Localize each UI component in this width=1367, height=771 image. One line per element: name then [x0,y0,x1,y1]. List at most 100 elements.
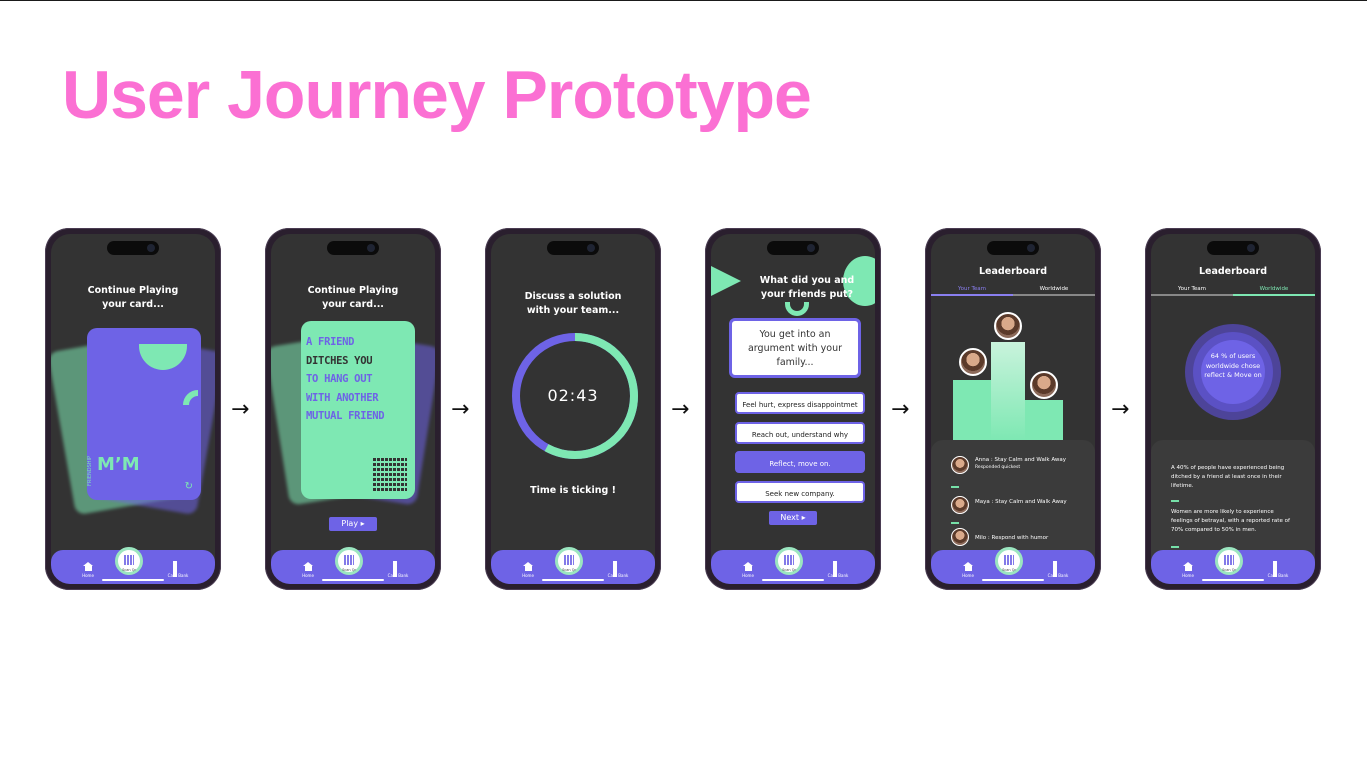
qr-code-icon [373,457,407,491]
home-icon [1183,562,1193,571]
podium-third [1025,400,1063,440]
tab-worldwide[interactable]: Worldwide [1233,286,1315,292]
nav-home[interactable]: Home [1173,562,1203,578]
dynamic-island [547,241,599,255]
top-divider-line [0,0,1367,1]
dynamic-island [987,241,1039,255]
game-card[interactable]: M’M FRIENDSHIP ↻ [87,328,201,500]
home-icon [523,562,533,571]
home-indicator [1202,579,1264,581]
answer-option[interactable]: Feel hurt, express disappointmet [735,392,865,414]
phone-screen: Continue Playing your card... M’M FRIENDS… [51,234,215,584]
qr-icon [564,555,574,565]
nav-card-bank[interactable]: Card Bank [1043,561,1073,578]
tab-your-team[interactable]: Your Team [1151,286,1233,292]
home-indicator [322,579,384,581]
leaderboard-tabs: Your Team Worldwide [1151,284,1315,296]
page-title: User Journey Prototype [62,57,812,133]
scan-qr-button[interactable]: Scan Qr [1215,547,1243,575]
phone-team-answer: What did you and your friends put? You ge… [705,228,881,590]
leaderboard-row: Anna : Stay Calm and Walk Away Responded… [975,457,1066,470]
card-text: A FRIEND DITCHES YOU TO HANG OUT WITH AN… [306,336,385,422]
grid-icon [393,561,403,577]
card-decor-shape [139,344,187,370]
tab-your-team[interactable]: Your Team [931,286,1013,292]
grid-icon [173,561,183,577]
screen-heading: Continue Playing your card... [87,285,179,310]
flow-arrow-1: → [231,397,250,422]
podium-second [953,380,991,440]
row-divider [951,522,959,524]
answer-option[interactable]: Seek new company. [735,481,865,503]
grid-icon [1273,561,1283,577]
flow-arrow-3: → [671,397,690,422]
phone-leaderboard-team: Leaderboard Your Team Worldwide Anna : S… [925,228,1101,590]
home-icon [303,562,313,571]
phone-screen: What did you and your friends put? You ge… [711,234,875,584]
nav-home[interactable]: Home [513,562,543,578]
tab-underline [1151,294,1233,296]
avatar [951,456,969,474]
screen-heading: What did you and your friends put? [759,275,855,300]
answer-option[interactable]: Reach out, understand why [735,422,865,444]
nav-home[interactable]: Home [293,562,323,578]
scan-qr-button[interactable]: Scan Qr [775,547,803,575]
home-indicator [982,579,1044,581]
avatar [994,312,1022,340]
answer-option-selected[interactable]: Reflect, move on. [735,451,865,473]
scan-qr-button[interactable]: Scan Qr [555,547,583,575]
screen-heading: Leaderboard [978,266,1048,277]
nav-card-bank[interactable]: Card Bank [823,561,853,578]
avatar [951,496,969,514]
dynamic-island [327,241,379,255]
active-tab-indicator [1233,294,1315,296]
podium-first [991,342,1025,440]
row-divider [1171,500,1179,502]
dynamic-island [1207,241,1259,255]
active-tab-indicator [931,294,1013,296]
grid-icon [1053,561,1063,577]
phone-continue-card: Continue Playing your card... M’M FRIENDS… [45,228,221,590]
nav-card-bank[interactable]: Card Bank [163,561,193,578]
home-indicator [102,579,164,581]
fact-text: A 40% of people have experienced being d… [1171,465,1285,489]
nav-card-bank[interactable]: Card Bank [1263,561,1293,578]
phone-screen: Continue Playing your card... A FRIEND DI… [271,234,435,584]
row-divider [951,486,959,488]
grid-icon [613,561,623,577]
nav-home[interactable]: Home [73,562,103,578]
nav-home[interactable]: Home [953,562,983,578]
decor-arc [785,302,809,316]
leaderboard-row: Milo : Respond with humor [975,535,1049,541]
question-card[interactable]: A FRIEND DITCHES YOU TO HANG OUT WITH AN… [301,321,415,499]
leaderboard-row: Maya : Stay Calm and Walk Away [975,499,1067,505]
phone-screen: Leaderboard Your Team Worldwide Anna : S… [931,234,1095,584]
nav-card-bank[interactable]: Card Bank [603,561,633,578]
next-button[interactable]: Next ▸ [769,511,817,525]
avatar [959,348,987,376]
qr-icon [344,555,354,565]
scan-qr-button[interactable]: Scan Qr [335,547,363,575]
worldwide-stat: 64 % of users worldwide chose reflect & … [1204,352,1262,379]
play-button[interactable]: Play ▸ [329,517,377,531]
phone-timer: Discuss a solution with your team... 02:4… [485,228,661,590]
scan-qr-button[interactable]: Scan Qr [995,547,1023,575]
qr-icon [1004,555,1014,565]
avatar [1030,371,1058,399]
grid-icon [833,561,843,577]
qr-icon [784,555,794,565]
home-indicator [762,579,824,581]
flow-arrow-2: → [451,397,470,422]
tab-worldwide[interactable]: Worldwide [1013,286,1095,292]
screen-heading: Continue Playing your card... [307,285,399,310]
leaderboard-tabs: Your Team Worldwide [931,284,1095,296]
refresh-icon[interactable]: ↻ [185,481,193,492]
scan-qr-button[interactable]: Scan Qr [115,547,143,575]
phone-card-revealed: Continue Playing your card... A FRIEND DI… [265,228,441,590]
phone-screen: Discuss a solution with your team... 02:4… [491,234,655,584]
card-logo-caption: FRIENDSHIP [87,456,93,486]
nav-card-bank[interactable]: Card Bank [383,561,413,578]
screen-heading: Discuss a solution with your team... [524,291,622,316]
qr-icon [124,555,134,565]
nav-home[interactable]: Home [733,562,763,578]
